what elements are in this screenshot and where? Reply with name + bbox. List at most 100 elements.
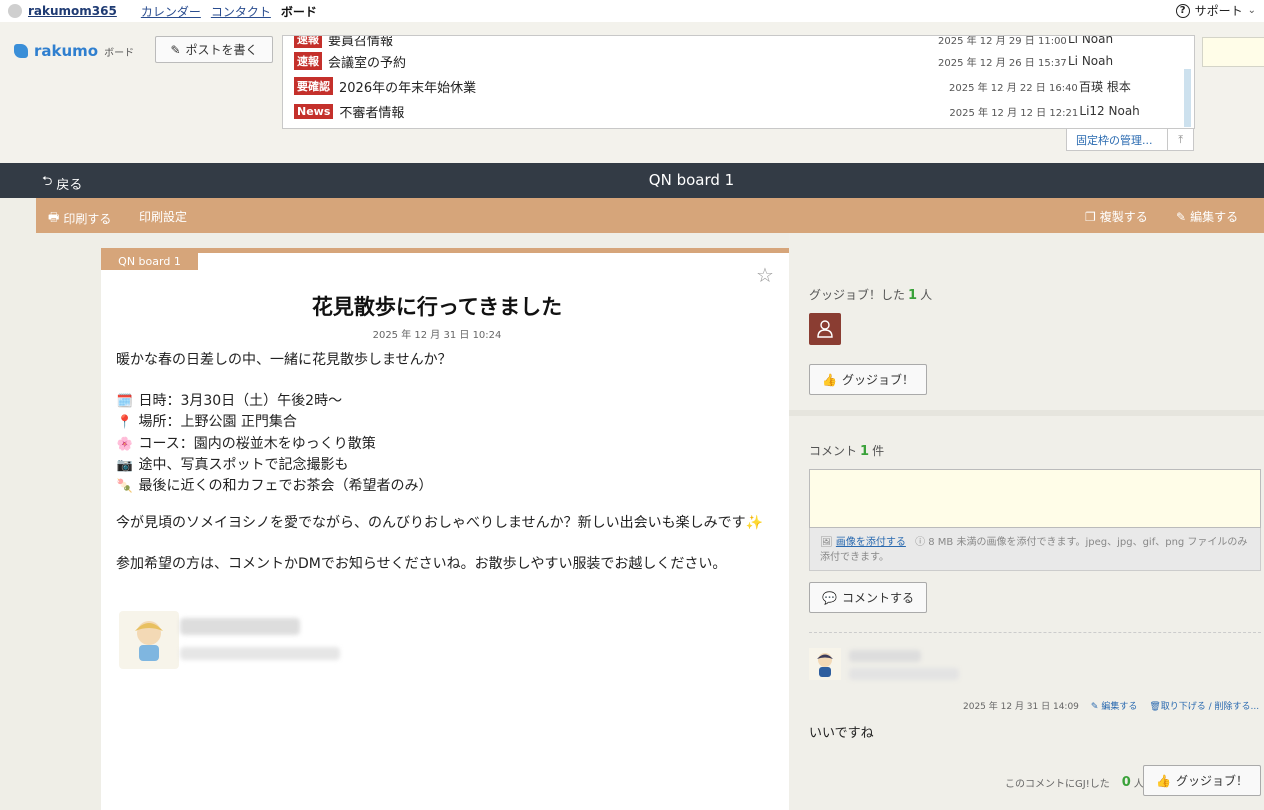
comment-goodjob-label: グッジョブ！ [1175,774,1248,788]
print-label: 印刷する [63,212,112,226]
info-icon: ⓘ [915,537,926,548]
pinned-title: 要員召情報 [328,35,394,49]
post-title: 花見散歩に行ってきました [311,295,563,319]
thumbs-up-icon: 👍 [1156,773,1171,788]
support-label: サポート [1194,4,1243,18]
pinned-tag: 速報 [294,36,322,48]
duplicate-button[interactable]: ❐ 複製する [1085,208,1148,225]
commenter-name-blurred [849,650,921,662]
submit-comment-label: コメントする [841,591,914,605]
user-icon [817,320,833,338]
post-toolbar: 🖶 印刷する 印刷設定 ❐ 複製する ✎ 編集する [36,198,1264,233]
post-detail-text: 場所：上野公園 正門集合 [138,414,297,430]
pencil-icon: ✎ [170,42,181,57]
print-settings-button[interactable]: 印刷設定 [139,208,187,225]
print-button[interactable]: 🖶 印刷する [48,208,111,229]
pinned-item[interactable]: 要確認 2026年の年末年始休業 2025 年 12 月 22 日 16:40 … [294,76,1184,96]
star-icon[interactable]: ☆ [756,263,774,287]
author-name-blurred [180,618,300,635]
attach-image-link[interactable]: 画像を添付する [836,537,906,548]
post-detail-line: 📍 場所：上野公園 正門集合 [116,411,297,431]
post-date: 2025 年 12 月 31 日 10:24 [372,330,502,341]
pinned-item[interactable]: 速報 会議室の予約 2025 年 12 月 26 日 15:37 Li Noah [294,51,1184,71]
post-detail-text: 日時：3月30日（土）午後2時～ [138,393,343,409]
rakumo-logo: rakumo ボード [14,42,134,60]
post-paragraph: 今が見頃のソメイヨシノを愛でながら、のんびりおしゃべりしませんか？新しい出会いも… [116,515,764,531]
pinned-item[interactable]: 速報 要員召情報 2025 年 12 月 29 日 11:00 Li Noah [294,35,1184,49]
goodjob-button[interactable]: 👍 グッジョブ！ [809,364,927,395]
pinned-title: 会議室の予約 [328,55,407,71]
pinned-user: Li Noah [1068,54,1114,68]
top-nav: rakumom365 カレンダー コンタクト ボード ? サポート ⌄ [0,0,1264,22]
post-detail-text: 途中、写真スポットで記念撮影も [138,457,349,473]
nav-board-current: ボード [280,4,317,19]
chevron-down-icon: ⌄ [1247,5,1256,16]
comment-text: いいですね [809,726,874,741]
goodjob-count: グッジョブ！した 1 人 [809,286,932,303]
comment-gj-number: 0 [1121,775,1131,790]
thumbs-up-icon: 👍 [822,372,837,387]
comment-divider [809,632,1261,633]
post-card: QN board 1 ☆ 花見散歩に行ってきました 2025 年 12 月 31… [101,248,789,810]
liker-avatar[interactable] [809,313,841,345]
pinned-manage-link[interactable]: 固定枠の管理... [1067,132,1167,148]
header-area: rakumo ボード ✎ ポストを書く 速報 要員召情報 2025 年 12 月… [0,22,1264,163]
comment-label: コメント [809,444,858,458]
camera-icon: 📷 [116,458,134,473]
pinned-tag: News [294,103,334,119]
author-avatar[interactable] [119,611,179,669]
pinned-manage-bar: 固定枠の管理... ⤒ [1066,128,1194,151]
post-detail-line: 🗓️ 日時：3月30日（土）午後2時～ [116,390,342,410]
commenter-avatar[interactable] [809,648,841,680]
nav-calendar[interactable]: カレンダー [141,3,201,20]
goodjob-label: グッジョブ！した [809,288,906,302]
duplicate-label: 複製する [1099,210,1148,224]
withdraw-comment-link[interactable]: 🗑取り下げる / 削除する... [1149,699,1259,712]
nav-contact[interactable]: コンタクト [211,3,271,20]
pinned-user: Li Noah [1068,35,1114,46]
edit-comment-link[interactable]: ✎ 編集する [1091,699,1137,712]
back-button[interactable]: ⮌ 戻る [42,172,82,194]
post-detail-line: 📷 途中、写真スポットで記念撮影も [116,454,349,474]
goodjob-button-label: グッジョブ！ [841,373,914,387]
goodjob-number: 1 [908,288,918,303]
support-menu[interactable]: ? サポート ⌄ [1175,2,1256,19]
write-post-label: ポストを書く [185,43,258,57]
pinned-date: 2025 年 12 月 22 日 16:40 [949,82,1078,94]
comment-number: 1 [860,444,870,459]
edit-comment-label: 編集する [1101,702,1138,712]
search-box[interactable] [1202,37,1264,67]
commenter-info-blurred [849,668,959,680]
dango-icon: 🍡 [116,479,134,494]
post-paragraph: 参加希望の方は、コメントかDMでお知らせくださいね。お散歩しやすい服装でお越しく… [116,556,727,572]
print-settings-label: 印刷設定 [139,210,188,224]
back-label: 戻る [56,177,83,193]
write-post-button[interactable]: ✎ ポストを書く [155,36,273,63]
post-detail-line: 🍡 最後に近くの和カフェでお茶会（希望者のみ） [116,475,433,495]
brand-link[interactable]: rakumom365 [28,4,117,18]
post-board-tag: QN board 1 [101,253,198,270]
pin-to-top-icon[interactable]: ⤒ [1167,128,1193,151]
pinned-title: 2026年の年末年始休業 [339,80,477,96]
post-detail-text: 最後に近くの和カフェでお茶会（希望者のみ） [138,478,433,494]
goodjob-unit: 人 [920,288,933,302]
post-intro: 暖かな春の日差しの中、一緒に花見散歩しませんか？ [116,352,452,368]
submit-comment-button[interactable]: 💬 コメントする [809,582,927,613]
pinned-scrollbar[interactable] [1184,69,1191,127]
comment-input[interactable] [809,469,1261,528]
back-arrow-icon: ⮌ [42,174,53,189]
post-detail-line: 🌸 コース：園内の桜並木をゆっくり散策 [116,433,376,453]
comment-gj-label: このコメントにGJ!した [1005,779,1110,790]
image-icon: 🖼 [820,537,833,548]
comment-goodjob-button[interactable]: 👍 グッジョブ！ [1143,765,1261,796]
help-icon: ? [1175,3,1190,18]
edit-button[interactable]: ✎ 編集する [1176,208,1238,225]
board-header-bar: ⮌ 戻る QN board 1 [0,163,1264,198]
withdraw-comment-label: 取り下げる / 削除する... [1160,702,1260,712]
pinned-posts-list: 速報 要員召情報 2025 年 12 月 29 日 11:00 Li Noah … [282,35,1195,129]
pinned-tag: 要確認 [294,77,333,95]
panel-divider [789,410,1264,416]
pinned-item[interactable]: News 不審者情報 2025 年 12 月 12 日 12:21 Li12 N… [294,101,1184,121]
app-logo-icon [8,4,22,18]
post-detail-text: コース：園内の桜並木をゆっくり散策 [138,436,376,452]
